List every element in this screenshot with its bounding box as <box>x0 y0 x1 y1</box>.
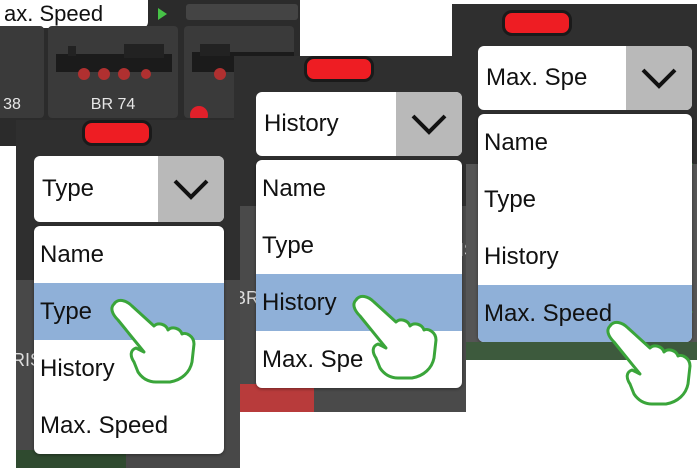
header-pill <box>502 10 572 36</box>
panel-max-speed: 1 Max. Spe Name Type History Max. Speed <box>452 4 697 360</box>
header-pill <box>304 56 374 82</box>
scroll-track[interactable] <box>186 4 298 20</box>
pointing-hand-icon <box>352 294 438 380</box>
menu-item-name[interactable]: Name <box>478 114 692 171</box>
status-dot <box>190 106 208 118</box>
menu-item-history[interactable]: History <box>478 228 692 285</box>
loco-label: 38 <box>3 96 21 113</box>
locomotive-red <box>234 384 314 412</box>
loco-label: BR 74 <box>90 96 136 113</box>
loco-tile[interactable]: 38 <box>0 26 44 118</box>
panel-type: RIS Type Name Type History Max. Speed <box>16 120 240 468</box>
chevron-down-icon[interactable] <box>626 46 692 110</box>
menu-item-type[interactable]: Type <box>256 217 462 274</box>
sort-dropdown[interactable]: Max. Spe <box>478 46 692 110</box>
pointing-hand-icon <box>606 320 692 406</box>
locomotive-image <box>56 44 172 80</box>
dropdown-value: Max. Spe <box>486 64 588 91</box>
back-header-label: ax. Speed <box>4 1 104 26</box>
chevron-down-icon[interactable] <box>158 156 224 222</box>
sort-dropdown[interactable]: History <box>256 92 462 156</box>
header-pill <box>82 120 152 146</box>
back-header-box[interactable]: ax. Speed <box>0 0 148 28</box>
menu-item-max-speed[interactable]: Max. Speed <box>34 397 224 454</box>
menu-item-type[interactable]: Type <box>478 171 692 228</box>
sort-dropdown[interactable]: Type <box>34 156 224 222</box>
menu-item-name[interactable]: Name <box>34 226 224 283</box>
chevron-down-icon[interactable] <box>396 92 462 156</box>
menu-item-name[interactable]: Name <box>256 160 462 217</box>
play-icon[interactable] <box>158 8 167 20</box>
dropdown-value: Type <box>42 175 95 202</box>
sort-menu: Name Type History Max. Speed <box>478 114 692 342</box>
dropdown-value: History <box>264 110 339 137</box>
loco-tile[interactable]: BR 74 <box>48 26 178 118</box>
pointing-hand-icon <box>110 298 196 384</box>
